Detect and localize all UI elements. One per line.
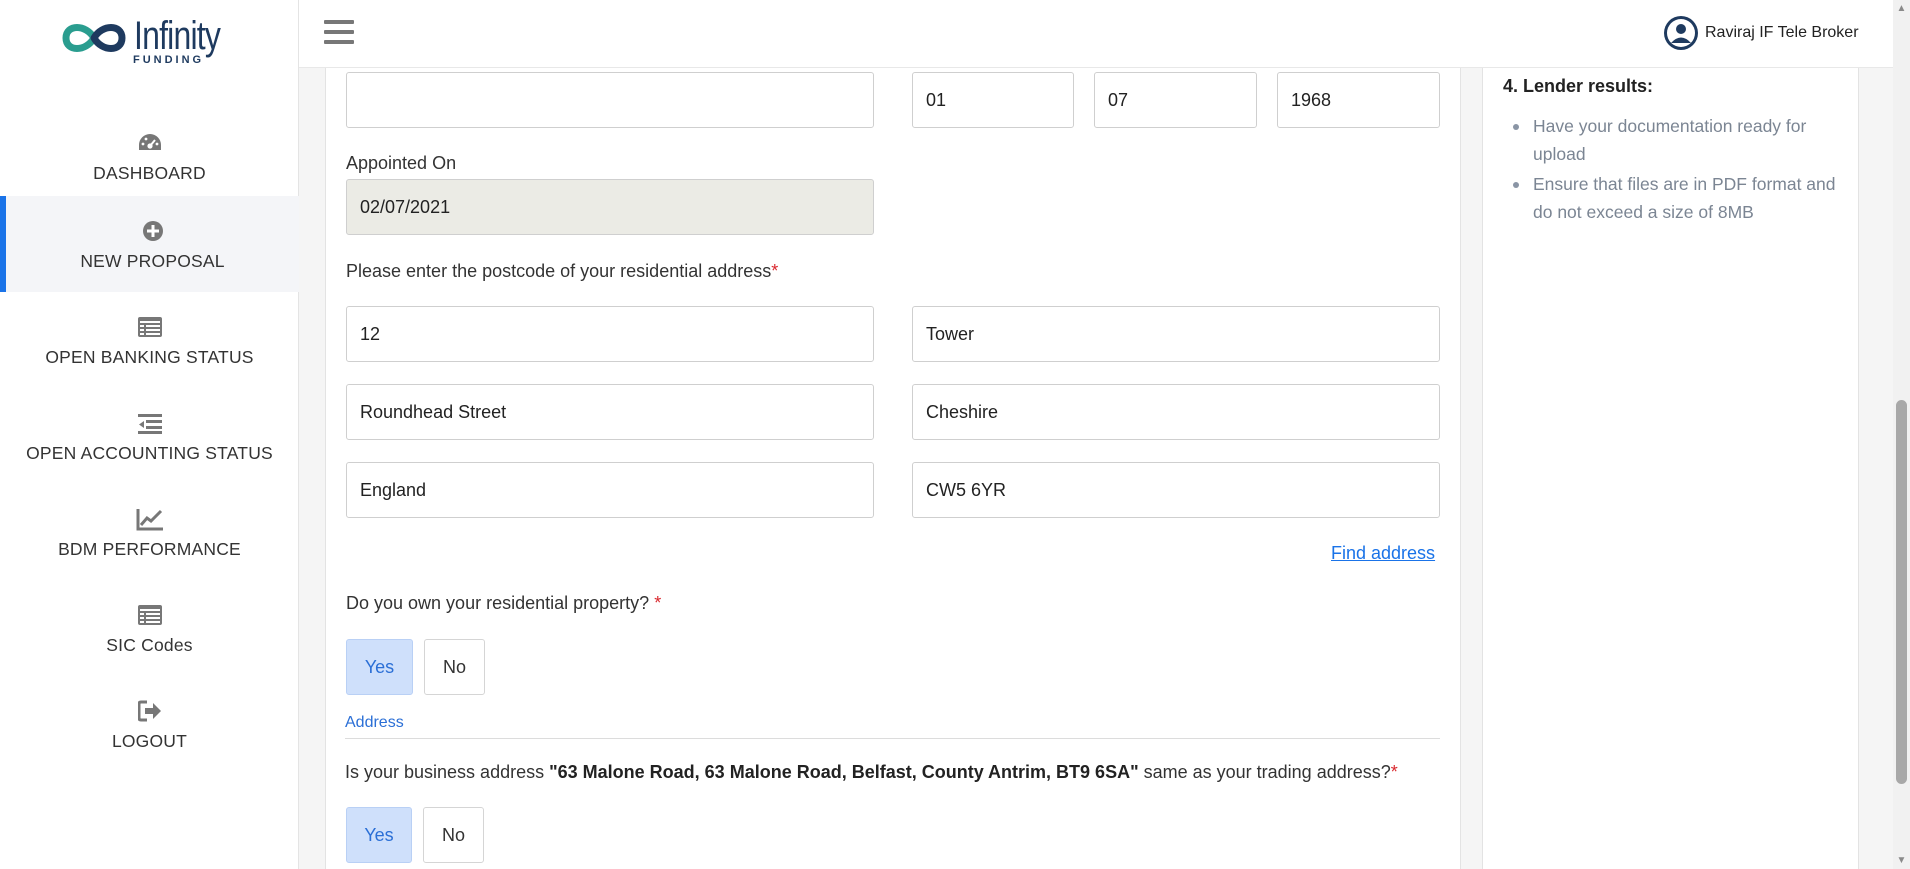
dashboard-icon (136, 129, 164, 157)
sidebar-item-open-banking-status[interactable]: OPEN BANKING STATUS (0, 292, 299, 388)
scroll-down-arrow-icon[interactable]: ▼ (1893, 852, 1910, 869)
find-address-link[interactable]: Find address (1331, 543, 1435, 564)
appointed-on-field[interactable] (346, 179, 874, 235)
business-address-question: Is your business address "63 Malone Road… (345, 762, 1398, 783)
sidebar: Infinity FUNDING DASHBOARD NEW PROPOSAL … (0, 0, 299, 869)
scrollbar-thumb[interactable] (1896, 400, 1907, 784)
business-address-no-button[interactable]: No (423, 807, 484, 863)
brand-subword: FUNDING (133, 54, 205, 66)
postcode-field[interactable] (912, 462, 1440, 518)
user-menu[interactable]: Raviraj IF Tele Broker (1663, 15, 1859, 51)
user-name: Raviraj IF Tele Broker (1705, 24, 1859, 41)
logout-icon (136, 697, 164, 725)
dob-day-field[interactable] (912, 72, 1074, 128)
sidebar-item-label: NEW PROPOSAL (80, 250, 225, 271)
indent-list-icon (136, 409, 164, 437)
dob-month-field[interactable] (1094, 72, 1257, 128)
own-property-question-label: Do you own your residential property? * (346, 593, 661, 614)
street-field[interactable] (346, 384, 874, 440)
sidebar-item-label: OPEN BANKING STATUS (45, 346, 254, 367)
own-property-question-text: Do you own your residential property? (346, 593, 650, 613)
sidebar-item-label: OPEN ACCOUNTING STATUS (26, 442, 273, 463)
user-avatar-icon (1664, 16, 1698, 50)
sidebar-item-bdm-performance[interactable]: BDM PERFORMANCE (0, 484, 299, 580)
own-property-yes-button[interactable]: Yes (346, 639, 413, 695)
sidebar-item-new-proposal[interactable]: NEW PROPOSAL (0, 196, 299, 292)
menu-toggle-icon[interactable] (324, 20, 354, 48)
country-field[interactable] (346, 462, 874, 518)
list-card-icon (136, 601, 164, 629)
top-bar: Raviraj IF Tele Broker (299, 0, 1910, 68)
brand-wordmark: Infinity (134, 14, 221, 58)
business-question-prefix: Is your business address (345, 762, 550, 782)
lender-results-heading: 4. Lender results: (1503, 76, 1654, 96)
scroll-up-arrow-icon[interactable]: ▲ (1893, 0, 1910, 17)
sidebar-item-label: DASHBOARD (93, 162, 206, 183)
infinity-logo-icon (62, 24, 126, 52)
required-marker: * (654, 593, 662, 613)
sidebar-item-label: LOGOUT (111, 730, 188, 751)
business-address-value: "63 Malone Road, 63 Malone Road, Belfast… (549, 762, 1139, 782)
own-property-no-button[interactable]: No (424, 639, 485, 695)
postcode-question-text: Please enter the postcode of your reside… (346, 261, 772, 281)
name-field[interactable] (346, 72, 874, 128)
required-marker: * (771, 261, 779, 281)
list-item: Ensure that files are in PDF format and … (1503, 170, 1843, 226)
postcode-question-label: Please enter the postcode of your reside… (346, 261, 778, 282)
address-line1-field[interactable] (346, 306, 874, 362)
lender-results-panel: 4. Lender results: Have your documentati… (1482, 68, 1859, 869)
address-section-title: Address (345, 714, 404, 731)
dob-year-field[interactable] (1277, 72, 1440, 128)
list-card-icon (136, 313, 164, 341)
infinity-funding-logo[interactable]: Infinity FUNDING (58, 14, 238, 70)
county-field[interactable] (912, 384, 1440, 440)
sidebar-item-sic-codes[interactable]: SIC Codes (0, 580, 299, 676)
sidebar-item-label: BDM PERFORMANCE (58, 538, 241, 559)
business-address-yes-button[interactable]: Yes (346, 807, 412, 863)
section-divider (345, 738, 1440, 739)
sidebar-item-logout[interactable]: LOGOUT (0, 676, 299, 772)
sidebar-item-dashboard[interactable]: DASHBOARD (0, 108, 299, 204)
lender-results-list: Have your documentation ready for upload… (1503, 112, 1843, 228)
page-scrollbar[interactable]: ▲ ▼ (1893, 0, 1910, 869)
line-chart-icon (136, 505, 164, 533)
appointed-on-label: Appointed On (346, 153, 457, 173)
sidebar-item-open-accounting-status[interactable]: OPEN ACCOUNTING STATUS (0, 388, 299, 484)
business-question-suffix: same as your trading address? (1138, 762, 1391, 782)
plus-circle-icon (139, 217, 167, 245)
required-marker: * (1390, 762, 1398, 782)
list-item: Have your documentation ready for upload (1503, 112, 1843, 168)
address-line2-field[interactable] (912, 306, 1440, 362)
sidebar-item-label: SIC Codes (106, 634, 193, 655)
